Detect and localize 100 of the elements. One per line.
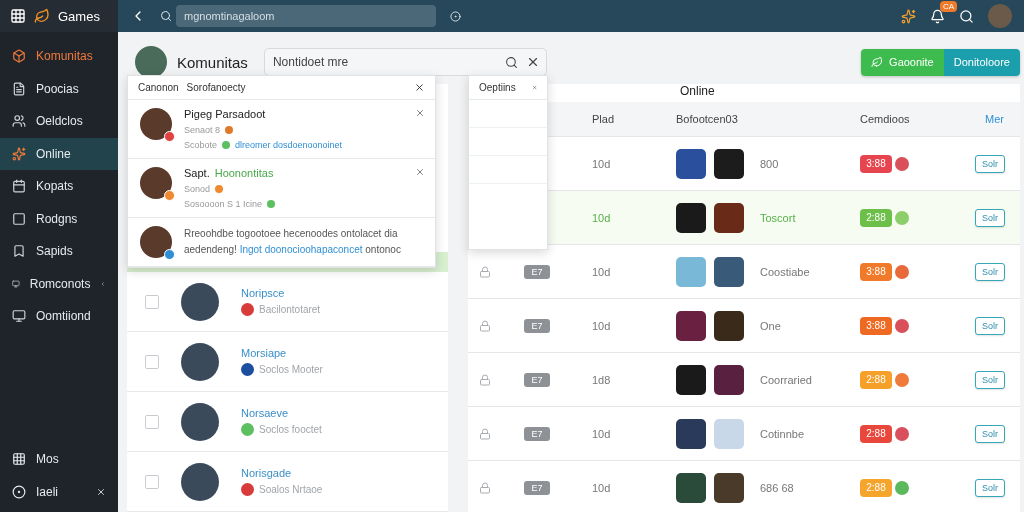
status-text: Coostiabe (760, 265, 811, 278)
member-subtitle: Bacilontotaret (259, 304, 321, 315)
game-thumbnail (714, 256, 744, 287)
checkbox[interactable] (145, 474, 159, 489)
row-action-button[interactable]: Solr (975, 316, 1005, 335)
row-action-button[interactable]: Solr (975, 370, 1005, 389)
member-subtitle: Soclos Mooter (259, 364, 323, 375)
game-thumbnail (676, 202, 706, 233)
table-cell-text: 10d (591, 211, 612, 224)
member-avatar (181, 282, 219, 321)
notification-item[interactable]: Rreoohdbe togootoee hecenoodes ontolacet dia aedendeng! Ingot doonocioohapaconcet ontonoc (128, 218, 435, 267)
popover-tab[interactable]: Sorofanoecty (186, 82, 246, 93)
menu-item-icon (12, 244, 26, 259)
info-dot[interactable] (895, 372, 909, 387)
sidebar-item[interactable]: Oomtiiond (0, 300, 118, 333)
score-badge: 2:88 (860, 208, 892, 227)
game-thumbnail (714, 202, 744, 233)
column-header[interactable]: Mer (980, 113, 1020, 125)
row-action-button[interactable]: Solr (975, 154, 1005, 173)
game-thumbnail (714, 148, 744, 179)
notification-title: Sapt. (184, 167, 210, 179)
tag: E7 (524, 372, 550, 387)
member-subtitle: Soclos fooctet (259, 424, 322, 435)
notification-item[interactable]: Sapt. Hoonontitas Sonod Sosoooon S 1 Icine (128, 159, 435, 218)
member-name[interactable]: Noripsce (241, 287, 321, 299)
action-button[interactable]: Donitoloore (943, 48, 1020, 76)
game-thumbnail (714, 364, 744, 395)
status-text: 686 68 (760, 481, 795, 494)
member-name[interactable]: Morsiape (241, 347, 323, 359)
search-icon (504, 55, 518, 69)
menu-item-icon (12, 211, 26, 226)
popover-title: Oeptiins (479, 82, 516, 93)
member-subtitle: Soalos Nrtaoe (259, 484, 323, 495)
member-name[interactable]: Norsaeve (241, 407, 322, 419)
status-dot (222, 141, 231, 149)
notification-item[interactable]: Pigeg Parsadoot Senaot 8 Scobote dlreomer dosdoenoonoinet (128, 100, 435, 159)
search-icon (160, 10, 172, 22)
tag: E7 (524, 264, 550, 279)
sidebar-item[interactable]: Kopats (0, 170, 118, 203)
brand-title: Games (58, 8, 100, 24)
info-dot[interactable] (895, 480, 909, 495)
circle-icon (12, 484, 26, 499)
game-thumbnail (676, 364, 706, 395)
info-dot[interactable] (895, 318, 909, 333)
member-avatar (181, 462, 219, 501)
notification-detail: Scobote (184, 140, 218, 150)
checkbox[interactable] (145, 294, 159, 309)
game-thumbnail (676, 418, 706, 449)
sidebar-item[interactable]: Mos (0, 443, 118, 476)
table-cell-text: 10d (591, 481, 612, 494)
member-row[interactable]: Norisgade Soalos Nrtaoe (127, 452, 448, 512)
game-thumbnail (676, 256, 706, 287)
popover-tab[interactable]: Canonon (138, 82, 179, 93)
search-field[interactable]: mgnomtinagaloom (176, 5, 436, 27)
member-row[interactable]: Norsaeve Soclos fooctet (127, 392, 448, 452)
notification-icon[interactable] (930, 8, 945, 24)
info-dot[interactable] (895, 210, 909, 225)
leaf-icon (871, 56, 884, 68)
table-title: Online (680, 84, 715, 98)
checkbox[interactable] (145, 354, 159, 369)
row-action-button[interactable]: Solr (975, 478, 1005, 497)
close-icon[interactable] (414, 82, 425, 93)
row-action-button[interactable]: Solr (975, 208, 1005, 227)
menu-item-icon (12, 146, 26, 161)
table-cell-text: 10d (591, 427, 612, 440)
menu-item-icon (12, 114, 26, 129)
menu-item-icon (12, 309, 26, 324)
info-dot[interactable] (895, 156, 909, 171)
search-icon[interactable] (959, 8, 974, 24)
member-name[interactable]: Norisgade (241, 467, 323, 479)
tag: E7 (524, 480, 550, 495)
notification-link[interactable]: Ingot doonocioohapaconcet (239, 244, 363, 255)
checkbox[interactable] (145, 414, 159, 429)
sidebar-item[interactable]: Iaeli (0, 475, 118, 508)
notification-meta: Sonod (184, 184, 211, 194)
row-action-button[interactable]: Solr (975, 262, 1005, 281)
search-field[interactable]: Nontidoet mre (263, 48, 547, 76)
sidebar-item[interactable]: Oeldclos (0, 105, 118, 138)
lock-icon (479, 265, 491, 278)
member-row[interactable]: Morsiape Soclos Mooter (127, 332, 448, 392)
game-thumbnail (714, 310, 744, 341)
notification-title: Pigeg Parsadoot (184, 108, 266, 120)
notification-link[interactable]: dlreomer dosdoenoonoinet (235, 140, 343, 150)
sidebar-item[interactable]: Sapids (0, 235, 118, 268)
action-button[interactable]: Gaoonite (861, 48, 944, 76)
sidebar-item[interactable]: Rodgns (0, 202, 118, 235)
sidebar-item[interactable]: Komunitas (0, 40, 118, 73)
status-text: One (760, 319, 782, 332)
member-row[interactable]: Noripsce Bacilontotaret (127, 272, 448, 332)
row-action-button[interactable]: Solr (975, 424, 1005, 443)
sidebar-item[interactable]: Online (0, 137, 118, 170)
lock-icon (479, 427, 491, 440)
game-thumbnail (676, 472, 706, 503)
notification-badge: CA (940, 0, 958, 12)
info-dot[interactable] (895, 426, 909, 441)
sidebar-item[interactable]: Poocias (0, 72, 118, 105)
score-badge: 2:88 (860, 478, 892, 497)
sidebar-item[interactable]: Romconots (0, 267, 118, 300)
info-dot[interactable] (895, 264, 909, 279)
score-badge: 3:88 (860, 262, 892, 281)
